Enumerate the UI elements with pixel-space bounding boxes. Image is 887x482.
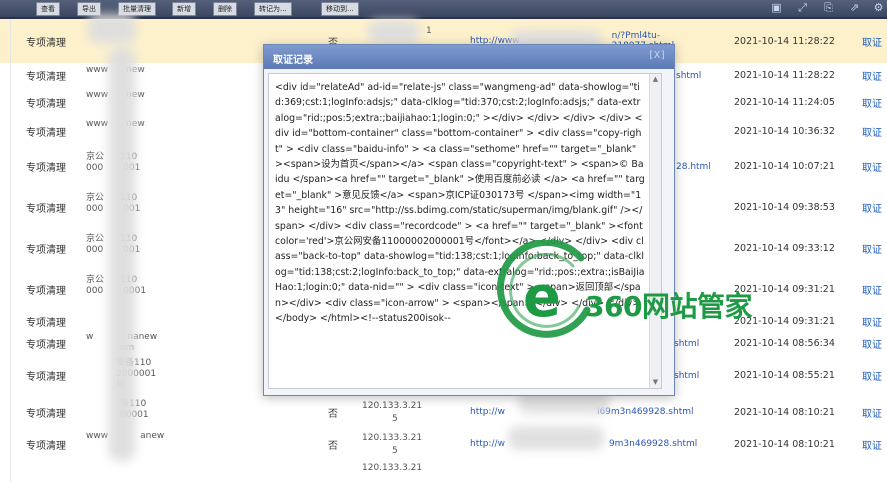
type-cell: 专项清理 — [26, 99, 66, 110]
add-button[interactable]: 新增 — [172, 2, 196, 16]
scroll-down-icon[interactable]: ▼ — [650, 377, 661, 388]
url-cell[interactable]: 28.html — [676, 146, 716, 187]
type-cell: 专项清理 — [26, 204, 66, 215]
time-cell: 2021-10-14 08:55:21 — [734, 370, 835, 381]
url-cell[interactable]: shtml — [676, 63, 716, 88]
type-cell: 专项清理 — [26, 317, 66, 329]
dialog-title: 取证记录 — [273, 55, 313, 66]
redaction-blur — [368, 20, 420, 44]
ip-cell: 120.133.3.21 5 — [362, 401, 423, 424]
evidence-link[interactable]: 取证 — [862, 228, 887, 269]
evidence-link[interactable]: 取证 — [862, 146, 887, 187]
type-cell: 专项清理 — [26, 128, 66, 139]
save-icon[interactable]: ▣ — [770, 1, 783, 14]
time-cell: 2021-10-14 11:28:22 — [734, 35, 835, 47]
time-cell: 2021-10-14 08:10:21 — [734, 438, 835, 450]
ip-cell: 120.133.3.21 5 — [362, 433, 423, 456]
share-icon[interactable]: ⇗ — [848, 1, 861, 14]
close-icon[interactable]: [X] — [648, 50, 666, 61]
url-cell[interactable]: shtml — [674, 355, 714, 396]
mark-as-button[interactable]: 转记为... — [254, 2, 292, 16]
time-cell: 2021-10-14 11:28:22 — [734, 70, 835, 81]
time-cell: 2021-10-14 09:33:12 — [734, 243, 835, 254]
flag-cell: 否 — [328, 408, 338, 420]
time-cell: 2021-10-14 09:31:21 — [734, 315, 835, 327]
type-cell: 专项清理 — [26, 37, 66, 49]
export-icon[interactable]: ⎘ — [822, 1, 835, 14]
evidence-link[interactable]: 取证 — [862, 117, 887, 146]
type-cell: 专项清理 — [26, 372, 66, 383]
time-cell: 2021-10-14 09:31:21 — [734, 284, 835, 295]
url-cell[interactable]: shtml — [674, 332, 714, 355]
flag-cell: 否 — [328, 440, 338, 452]
evidence-link[interactable]: 取证 — [862, 332, 887, 355]
dialog-content[interactable]: <div id="relateAd" ad-id="relate-js" cla… — [268, 73, 662, 389]
evidence-link[interactable]: 取证 — [862, 19, 887, 63]
type-cell: 专项清理 — [26, 286, 66, 297]
ip-cell: 120.133.3.21 — [362, 463, 423, 473]
table-row[interactable]: 120.133.3.21 — [0, 460, 887, 482]
scroll-up-icon[interactable]: ▲ — [650, 74, 661, 85]
type-cell: 专项清理 — [26, 72, 66, 83]
evidence-link[interactable]: 取证 — [862, 187, 887, 228]
type-cell: 专项清理 — [26, 408, 66, 420]
evidence-link[interactable]: 取证 — [862, 269, 887, 310]
type-cell: 专项清理 — [26, 245, 66, 256]
redaction-blur — [508, 426, 604, 450]
evidence-link[interactable]: 取证 — [862, 88, 887, 117]
view-button[interactable]: 查看 — [36, 2, 60, 16]
time-cell: 2021-10-14 09:38:53 — [734, 202, 835, 213]
evidence-link[interactable]: 取证 — [862, 396, 887, 428]
time-cell: 2021-10-14 10:07:21 — [734, 161, 835, 172]
redaction-blur — [108, 46, 136, 462]
settings-icon[interactable]: ⚙ — [872, 1, 885, 14]
evidence-link[interactable]: 取证 — [862, 63, 887, 88]
time-cell: 2021-10-14 08:10:21 — [734, 406, 835, 418]
watermark-logo-icon: e — [496, 240, 591, 338]
delete-button[interactable]: 删除 — [213, 2, 237, 16]
dialog-header[interactable]: 取证记录 [X] — [264, 45, 674, 69]
type-cell: 专项清理 — [26, 163, 66, 174]
move-to-button[interactable]: 移动到... — [321, 2, 359, 16]
time-cell: 2021-10-14 11:24:05 — [734, 97, 835, 108]
evidence-link[interactable]: 取证 — [862, 310, 887, 332]
evidence-link[interactable]: 取证 — [862, 355, 887, 396]
evidence-link[interactable]: 取证 — [862, 428, 887, 460]
time-cell: 2021-10-14 08:56:34 — [734, 338, 835, 349]
type-cell: 专项清理 — [26, 340, 66, 351]
watermark-text: 360网站管家 — [585, 290, 752, 323]
redaction-blur — [88, 14, 136, 44]
evidence-dialog: 取证记录 [X] <div id="relateAd" ad-id="relat… — [263, 44, 675, 396]
expand-icon[interactable]: ⤢ — [796, 1, 809, 14]
watermark-letter: e — [523, 265, 561, 330]
scrollbar[interactable]: ▲ ▼ — [649, 74, 661, 388]
time-cell: 2021-10-14 10:36:32 — [734, 126, 835, 137]
type-cell: 专项清理 — [26, 440, 66, 452]
